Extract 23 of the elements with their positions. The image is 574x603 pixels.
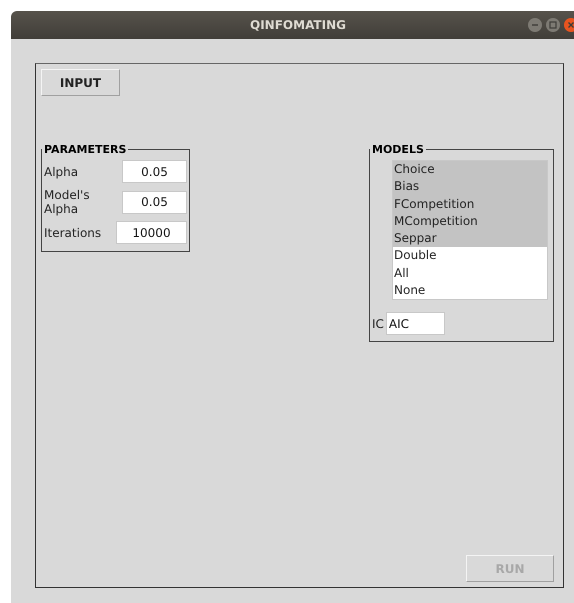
- group-title: MODELS: [371, 143, 425, 156]
- field-label: Alpha: [44, 164, 78, 178]
- input-field[interactable]: 0.05: [122, 160, 187, 183]
- minimize-icon[interactable]: [528, 18, 542, 32]
- window-title: QINFOMATING: [250, 18, 346, 32]
- group-title: PARAMETERS: [43, 143, 128, 156]
- input-button[interactable]: INPUT: [41, 69, 120, 96]
- list-item[interactable]: Seppar: [393, 230, 547, 248]
- input-field[interactable]: AIC: [386, 312, 445, 336]
- field-label: IC: [372, 316, 384, 331]
- list-item[interactable]: Double: [393, 247, 547, 265]
- input-field[interactable]: 10000: [116, 221, 187, 244]
- list-item[interactable]: None: [393, 282, 547, 300]
- list-item[interactable]: MCompetition: [393, 212, 547, 230]
- input-field[interactable]: 0.05: [122, 190, 187, 214]
- maximize-icon[interactable]: [546, 18, 560, 32]
- list-item[interactable]: Choice: [393, 161, 547, 178]
- field-label: Iterations: [44, 226, 102, 240]
- list-item[interactable]: All: [393, 264, 547, 282]
- list-item[interactable]: Bias: [393, 178, 547, 196]
- field-label: Model's Alpha: [44, 188, 91, 216]
- list-item[interactable]: FCompetition: [393, 196, 547, 213]
- close-icon[interactable]: [564, 18, 574, 32]
